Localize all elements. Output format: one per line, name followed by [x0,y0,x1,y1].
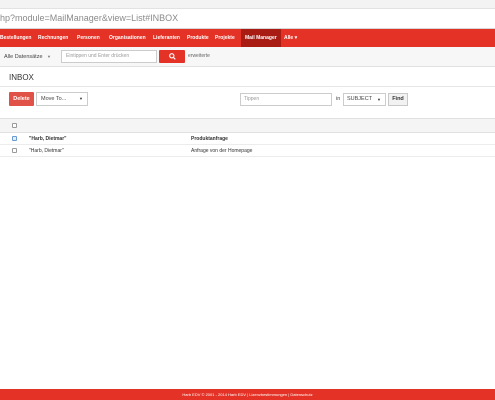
field-select[interactable]: SUBJECT ▼ [343,93,386,106]
field-select-value: SUBJECT [347,96,373,102]
folder-title: INBOX [9,73,34,82]
main-nav: Bestellungen Rechnungen Personen Organis… [0,29,495,47]
move-to-label: Move To... [41,96,67,102]
nav-item-alle-label: Alle [284,35,294,41]
extended-search-link[interactable]: erweiterte [188,50,210,63]
nav-item-rechnungen[interactable]: Rechnungen [38,29,68,47]
nav-item-lieferanten[interactable]: Lieferanten [153,29,180,47]
filter-placeholder: Tippen [244,96,260,102]
mail-subject[interactable]: Anfrage von der Homepage [191,146,252,157]
mail-from[interactable]: "Harb, Dietmar" [29,134,67,145]
global-search-bar: Alle Datensätze ▼ Eintippen und Enter dr… [0,47,495,67]
nav-item-bestellungen[interactable]: Bestellungen [0,29,31,47]
datasets-select[interactable]: Alle Datensätze ▼ [0,50,58,64]
chevron-down-icon: ▾ [294,35,298,41]
delete-button[interactable]: Delete [9,92,34,106]
find-button[interactable]: Find [388,93,408,106]
divider [0,86,495,87]
nav-item-projekte[interactable]: Projekte [215,29,235,47]
global-search-input[interactable]: Eintippen und Enter drücken [61,50,157,63]
filter-input[interactable]: Tippen [240,93,332,106]
row-checkbox[interactable] [12,136,17,141]
in-label: in [336,96,341,102]
mail-row[interactable]: "Harb, Dietmar" Anfrage von der Homepage [0,146,495,157]
chevron-down-icon: ▼ [79,96,83,101]
nav-item-organisationen[interactable]: Organisationen [109,29,146,47]
nav-item-produkte[interactable]: Produkte [187,29,209,47]
footer: Harb EDV © 2001 - 2014 Harb EDV | Lizenz… [0,389,495,400]
search-button[interactable] [159,50,185,63]
row-checkbox[interactable] [12,148,17,153]
nav-item-alle[interactable]: Alle ▾ [284,29,297,47]
footer-text: Harb EDV © 2001 - 2014 Harb EDV | Lizenz… [182,392,313,397]
nav-item-mail-manager[interactable]: Mail Manager [241,29,281,47]
url-text: hp?module=MailManager&view=List#INBOX [0,13,179,23]
search-icon [168,53,176,60]
nav-item-personen[interactable]: Personen [77,29,100,47]
address-bar[interactable]: hp?module=MailManager&view=List#INBOX [0,9,495,29]
select-all-checkbox[interactable] [12,123,17,128]
mail-row[interactable]: "Harb, Dietmar" Produktanfrage [0,134,495,145]
mail-subject[interactable]: Produktanfrage [191,134,228,145]
chevron-down-icon: ▼ [47,54,51,59]
move-to-select[interactable]: Move To... ▼ [36,92,88,106]
global-search-placeholder: Eintippen und Enter drücken [66,53,130,59]
browser-top-strip [0,0,495,9]
chevron-down-icon: ▼ [377,97,381,102]
list-header [0,118,495,133]
datasets-select-label: Alle Datensätze [4,54,43,60]
mail-from[interactable]: "Harb, Dietmar" [29,146,64,157]
